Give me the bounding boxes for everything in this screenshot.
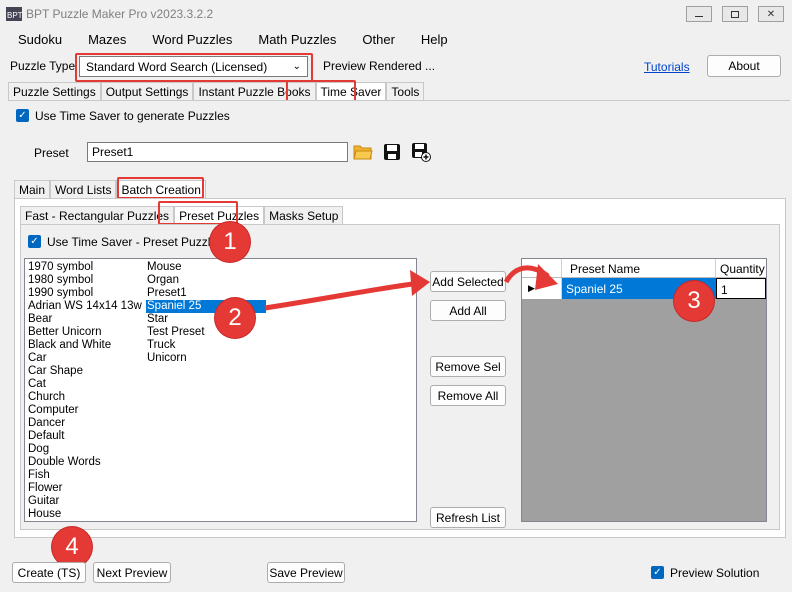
arrow-head-icon xyxy=(535,264,558,290)
save-as-icon xyxy=(412,143,431,162)
open-preset-button[interactable] xyxy=(352,141,374,163)
menu-bar: Sudoku Mazes Word Puzzles Math Puzzles O… xyxy=(0,30,792,50)
save-preview-button[interactable]: Save Preview xyxy=(267,562,345,583)
puzzle-type-value: Standard Word Search (Licensed) xyxy=(86,59,268,74)
list-item[interactable]: Cat xyxy=(27,378,142,391)
close-button[interactable]: ✕ xyxy=(758,6,784,22)
tutorials-link[interactable]: Tutorials xyxy=(644,60,690,74)
column-header-preset-name[interactable]: Preset Name xyxy=(562,259,716,277)
save-icon xyxy=(384,144,400,160)
checkmark-icon: ✓ xyxy=(653,566,662,578)
annotation-badge-3: 3 xyxy=(674,281,714,321)
use-preset-puzzles-checkbox[interactable]: ✓ xyxy=(28,235,41,248)
list-item[interactable]: Unicorn xyxy=(146,352,266,365)
list-item[interactable]: 1970 symbol xyxy=(27,261,142,274)
column-header-quantity[interactable]: Quantity xyxy=(716,259,766,277)
list-item[interactable]: Guitar xyxy=(27,495,142,508)
batch-creation-tab-highlight xyxy=(117,177,204,199)
menu-word-puzzles[interactable]: Word Puzzles xyxy=(136,30,242,50)
save-as-preset-button[interactable] xyxy=(410,141,432,163)
tab-masks-setup[interactable]: Masks Setup xyxy=(264,206,344,224)
tab-tools[interactable]: Tools xyxy=(386,82,425,100)
list-item[interactable]: Dancer xyxy=(27,417,142,430)
preview-solution-checkbox[interactable]: ✓ xyxy=(651,566,664,579)
arrow-head-icon xyxy=(410,270,430,296)
annotation-arrows xyxy=(264,264,558,311)
title-bar: BPT BPT Puzzle Maker Pro v2023.3.2.2 ✕ xyxy=(0,0,792,28)
puzzle-type-dropdown[interactable]: Standard Word Search (Licensed) ⌄ xyxy=(79,56,308,77)
save-preset-button[interactable] xyxy=(381,141,403,163)
app-logo-icon: BPT xyxy=(6,7,22,21)
use-time-saver-label: Use Time Saver to generate Puzzles xyxy=(35,109,230,123)
list-item[interactable]: Black and White xyxy=(27,339,142,352)
maximize-icon xyxy=(731,10,739,18)
list-item[interactable]: Adrian WS 14x14 13w xyxy=(27,300,142,313)
tab-output-settings[interactable]: Output Settings xyxy=(100,82,194,100)
open-folder-icon xyxy=(353,145,373,160)
list-item[interactable]: 1990 symbol xyxy=(27,287,142,300)
list-item[interactable]: Car xyxy=(27,352,142,365)
tab-fast-rectangular[interactable]: Fast - Rectangular Puzzles xyxy=(20,206,175,224)
checkmark-icon: ✓ xyxy=(30,235,39,247)
list-item[interactable]: Bear xyxy=(27,313,142,326)
about-button[interactable]: About xyxy=(707,55,781,77)
menu-sudoku[interactable]: Sudoku xyxy=(0,30,72,50)
list-item[interactable]: Dog xyxy=(27,443,142,456)
list-item[interactable]: Better Unicorn xyxy=(27,326,142,339)
remove-selected-button[interactable]: Remove Sel xyxy=(430,356,506,377)
window-title: BPT Puzzle Maker Pro v2023.3.2.2 xyxy=(26,7,214,21)
preset-label: Preset xyxy=(34,146,69,160)
preset-input[interactable] xyxy=(87,142,348,162)
list-item[interactable]: 1980 symbol xyxy=(27,274,142,287)
annotation-badge-2: 2 xyxy=(215,298,255,338)
menu-mazes[interactable]: Mazes xyxy=(72,30,136,50)
menu-help[interactable]: Help xyxy=(405,30,458,50)
list-item[interactable]: Default xyxy=(27,430,142,443)
refresh-list-button[interactable]: Refresh List xyxy=(430,507,506,528)
tab-puzzle-settings[interactable]: Puzzle Settings xyxy=(8,82,101,100)
annotation-badge-1: 1 xyxy=(210,222,250,262)
minimize-button[interactable] xyxy=(686,6,712,22)
use-preset-puzzles-label: Use Time Saver - Preset Puzzles xyxy=(47,235,224,249)
list-item[interactable]: Church xyxy=(27,391,142,404)
minimize-icon xyxy=(695,15,703,17)
status-text: Preview Rendered ... xyxy=(323,59,436,73)
list-item[interactable]: Fish xyxy=(27,469,142,482)
main-tabs: Puzzle Settings Output Settings Instant … xyxy=(8,82,425,100)
svg-text:BPT: BPT xyxy=(7,11,22,20)
use-time-saver-checkbox[interactable]: ✓ xyxy=(16,109,29,122)
menu-other[interactable]: Other xyxy=(346,30,405,50)
list-item[interactable]: Car Shape xyxy=(27,365,142,378)
chevron-down-icon: ⌄ xyxy=(292,61,301,72)
list-item[interactable]: Truck xyxy=(146,339,266,352)
list-item[interactable]: Flower xyxy=(27,482,142,495)
checkmark-icon: ✓ xyxy=(18,109,27,121)
arrow-to-add-selected xyxy=(264,280,421,311)
annotation-badge-4: 4 xyxy=(52,527,92,567)
puzzle-type-label: Puzzle Type xyxy=(10,59,76,73)
preset-list-column-1: 1970 symbol 1980 symbol 1990 symbol Adrian … xyxy=(27,261,142,521)
list-item[interactable]: Double Words xyxy=(27,456,142,469)
maximize-button[interactable] xyxy=(722,6,748,22)
list-item[interactable]: House xyxy=(27,508,142,521)
list-item[interactable]: Computer xyxy=(27,404,142,417)
tab-word-lists[interactable]: Word Lists xyxy=(50,180,117,198)
menu-math-puzzles[interactable]: Math Puzzles xyxy=(242,30,346,50)
tab-main[interactable]: Main xyxy=(14,180,51,198)
close-icon: ✕ xyxy=(766,8,776,20)
create-ts-button[interactable]: Create (TS) xyxy=(12,562,86,583)
next-preview-button[interactable]: Next Preview xyxy=(93,562,171,583)
preview-solution-label: Preview Solution xyxy=(670,566,760,580)
remove-all-button[interactable]: Remove All xyxy=(430,385,506,406)
cell-quantity[interactable]: 1 xyxy=(716,278,766,299)
